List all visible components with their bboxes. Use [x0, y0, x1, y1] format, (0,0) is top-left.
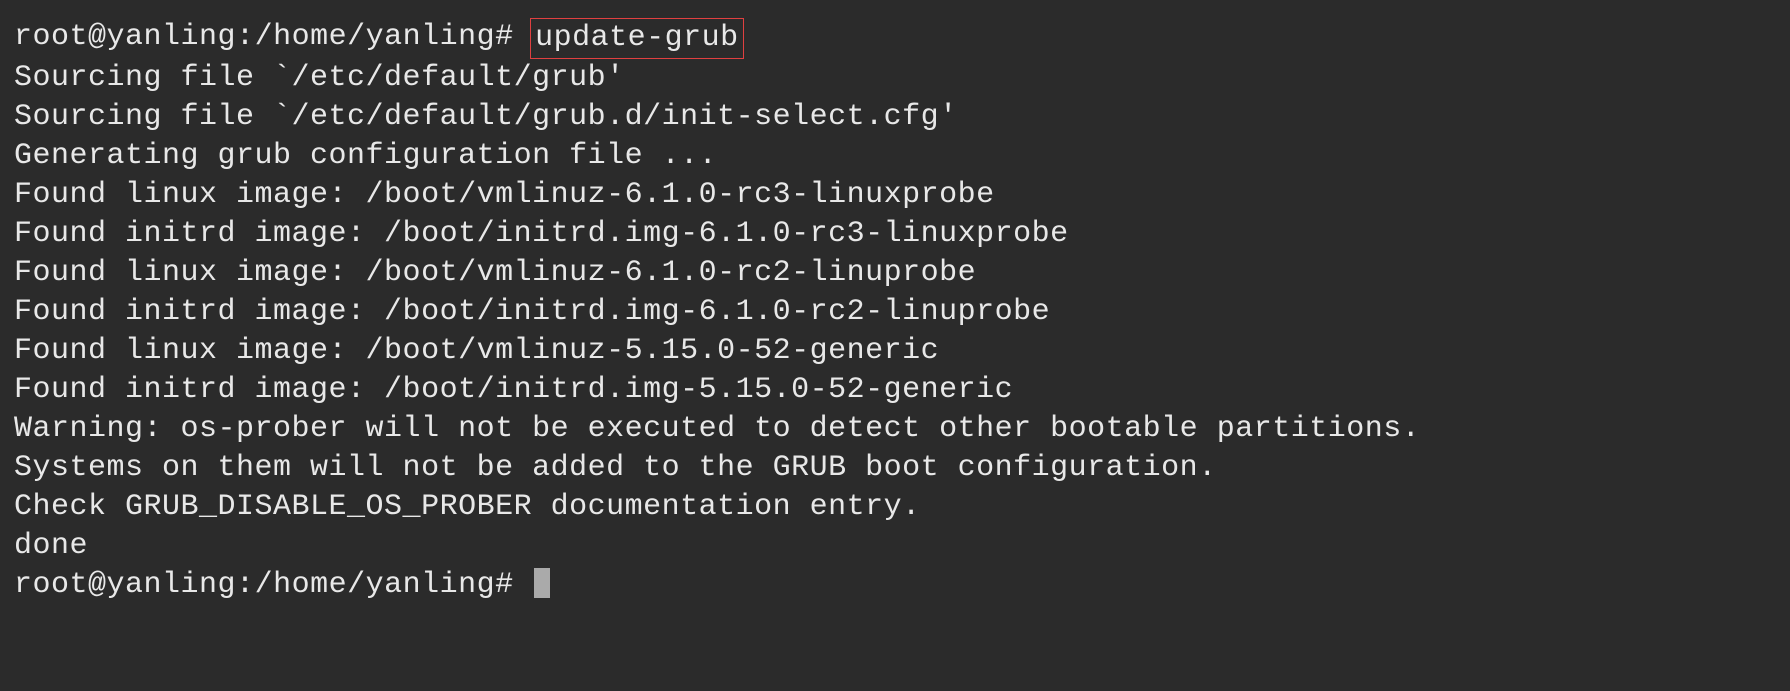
- output-line: Found initrd image: /boot/initrd.img-6.1…: [14, 215, 1776, 254]
- output-line: Sourcing file `/etc/default/grub.d/init-…: [14, 98, 1776, 137]
- command-highlight-box: update-grub: [530, 18, 744, 59]
- output-line: Sourcing file `/etc/default/grub': [14, 59, 1776, 98]
- terminal-window[interactable]: root@yanling:/home/yanling# update-grub …: [14, 18, 1776, 605]
- output-line: done: [14, 527, 1776, 566]
- prompt-line-2[interactable]: root@yanling:/home/yanling#: [14, 566, 1776, 605]
- prompt-sigil: #: [495, 566, 514, 605]
- prompt-space: [514, 566, 533, 605]
- prompt-path: /home/yanling: [255, 18, 496, 57]
- output-line: Found initrd image: /boot/initrd.img-5.1…: [14, 371, 1776, 410]
- cursor-icon: [534, 568, 550, 598]
- command-text: update-grub: [535, 21, 739, 55]
- prompt-sigil: #: [495, 18, 514, 57]
- prompt-user-host: root@yanling: [14, 18, 236, 57]
- output-line: Generating grub configuration file ...: [14, 137, 1776, 176]
- prompt-user-host: root@yanling: [14, 566, 236, 605]
- output-line: Check GRUB_DISABLE_OS_PROBER documentati…: [14, 488, 1776, 527]
- prompt-line-1: root@yanling:/home/yanling# update-grub: [14, 18, 1776, 59]
- output-line: Found initrd image: /boot/initrd.img-6.1…: [14, 293, 1776, 332]
- output-line: Warning: os-prober will not be executed …: [14, 410, 1776, 449]
- prompt-separator: :: [236, 18, 255, 57]
- output-line: Found linux image: /boot/vmlinuz-5.15.0-…: [14, 332, 1776, 371]
- prompt-separator: :: [236, 566, 255, 605]
- output-line: Found linux image: /boot/vmlinuz-6.1.0-r…: [14, 176, 1776, 215]
- prompt-path: /home/yanling: [255, 566, 496, 605]
- output-line: Found linux image: /boot/vmlinuz-6.1.0-r…: [14, 254, 1776, 293]
- output-line: Systems on them will not be added to the…: [14, 449, 1776, 488]
